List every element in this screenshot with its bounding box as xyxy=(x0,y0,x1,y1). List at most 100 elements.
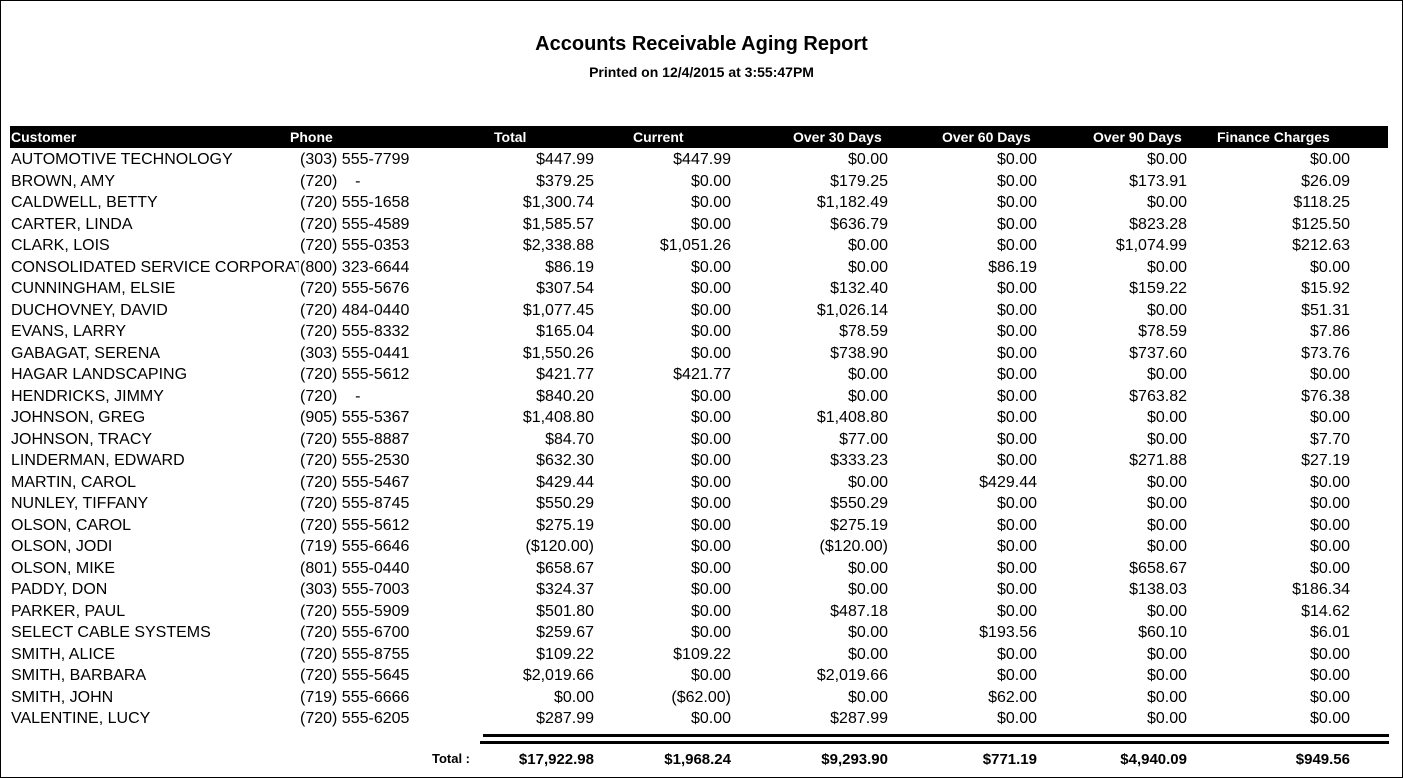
cell-over-30: $1,182.49 xyxy=(816,194,888,211)
total-underline-bottom xyxy=(480,741,1389,744)
cell-current: $0.00 xyxy=(690,301,731,319)
cell-phone: (720) 555-5612 xyxy=(300,366,410,383)
cell-over-30: $287.99 xyxy=(830,710,888,727)
cell-current: $0.00 xyxy=(690,667,731,684)
cell-over-60: $0.00 xyxy=(996,645,1037,663)
cell-phone: (720) 555-8332 xyxy=(300,323,410,340)
cell-phone: (303) 555-0441 xyxy=(300,344,410,362)
cell-finance-charges: $0.00 xyxy=(1309,710,1350,727)
cell-current: $0.00 xyxy=(690,538,731,555)
cell-over-30: $0.00 xyxy=(847,366,888,383)
cell-current: $0.00 xyxy=(690,473,731,491)
column-header-over-60: Over 60 Days xyxy=(942,129,1031,145)
cell-over-60: $0.00 xyxy=(996,667,1037,684)
table-row: OLSON, JODI (719) 555-6646 ($120.00) $0.00 (… xyxy=(0,537,1403,559)
totals-finance-charges: $949.56 xyxy=(1295,751,1350,768)
column-header-current: Current xyxy=(633,129,684,145)
cell-over-90: $271.88 xyxy=(1129,452,1187,469)
column-header-over-30: Over 30 Days xyxy=(793,129,882,145)
cell-over-30: $0.00 xyxy=(847,688,888,706)
cell-finance-charges: $73.76 xyxy=(1301,344,1350,362)
cell-total: $324.37 xyxy=(536,581,594,598)
cell-total: $1,550.26 xyxy=(522,344,594,362)
cell-current: $0.00 xyxy=(690,559,731,577)
cell-total: ($120.00) xyxy=(525,538,595,555)
cell-current: $0.00 xyxy=(690,581,731,598)
cell-over-90: $0.00 xyxy=(1146,151,1187,168)
cell-total: $840.20 xyxy=(536,387,594,405)
cell-finance-charges: $0.00 xyxy=(1309,688,1350,706)
cell-over-60: $429.44 xyxy=(979,473,1037,491)
cell-over-30: $0.00 xyxy=(847,645,888,663)
cell-over-90: $0.00 xyxy=(1146,366,1187,383)
cell-total: $0.00 xyxy=(553,688,594,706)
cell-current: $0.00 xyxy=(690,344,731,362)
cell-finance-charges: $6.01 xyxy=(1309,624,1350,641)
column-header-total: Total xyxy=(494,129,527,145)
cell-over-60: $0.00 xyxy=(996,409,1037,426)
cell-over-60: $0.00 xyxy=(996,516,1037,534)
report-title: Accounts Receivable Aging Report xyxy=(535,33,868,55)
cell-over-60: $0.00 xyxy=(996,710,1037,727)
cell-over-90: $0.00 xyxy=(1146,710,1187,727)
cell-total: $2,019.66 xyxy=(522,667,594,684)
cell-current: $0.00 xyxy=(690,323,731,340)
table-row: BROWN, AMY (720) - $379.25 $0.00 $179.25 $0.0… xyxy=(0,172,1403,194)
cell-phone: (720) 555-2530 xyxy=(300,452,410,469)
cell-phone: (303) 555-7003 xyxy=(300,581,410,598)
table-row: CONSOLIDATED SERVICE CORPORATION(800) 32… xyxy=(0,258,1403,280)
cell-over-30: $550.29 xyxy=(830,495,888,512)
cell-over-30: $1,408.80 xyxy=(816,409,888,426)
cell-current: $0.00 xyxy=(690,495,731,512)
cell-over-60: $0.00 xyxy=(996,215,1037,233)
table-row: SMITH, ALICE (720) 555-8755 $109.22 $109.22… xyxy=(0,645,1403,667)
cell-over-30: $738.90 xyxy=(830,344,888,362)
table-row: HENDRICKS, JIMMY (720) - $840.20 $0.00 $0.00… xyxy=(0,387,1403,409)
cell-customer: LINDERMAN, EDWARD xyxy=(11,452,185,469)
cell-current: $0.00 xyxy=(690,172,731,190)
cell-total: $447.99 xyxy=(536,151,594,168)
column-header-over-90: Over 90 Days xyxy=(1093,129,1182,145)
cell-over-30: $179.25 xyxy=(830,172,888,190)
total-underline-top xyxy=(483,734,1389,737)
cell-current: $0.00 xyxy=(690,409,731,426)
cell-total: $287.99 xyxy=(536,710,594,727)
cell-total: $84.70 xyxy=(545,430,594,448)
cell-customer: HAGAR LANDSCAPING xyxy=(11,366,188,383)
cell-customer: CARTER, LINDA xyxy=(11,215,133,233)
cell-over-60: $62.00 xyxy=(988,688,1037,706)
cell-phone: (720) 555-5909 xyxy=(300,602,410,620)
cell-total: $658.67 xyxy=(536,559,594,577)
cell-phone: (720) - xyxy=(300,172,361,190)
table-row: VALENTINE, LUCY (720) 555-6205 $287.99 $0.0… xyxy=(0,709,1403,731)
cell-total: $275.19 xyxy=(536,516,594,534)
cell-customer: PADDY, DON xyxy=(11,581,108,598)
cell-over-60: $0.00 xyxy=(996,602,1037,620)
cell-phone: (720) 555-5645 xyxy=(300,667,410,684)
table-row: CUNNINGHAM, ELSIE (720) 555-5676 $307.54 $0… xyxy=(0,279,1403,301)
cell-over-90: $0.00 xyxy=(1146,258,1187,276)
table-row: SELECT CABLE SYSTEMS (720) 555-6700 $259.6… xyxy=(0,623,1403,645)
cell-over-60: $0.00 xyxy=(996,301,1037,319)
cell-over-90: $159.22 xyxy=(1129,280,1187,297)
cell-over-90: $0.00 xyxy=(1146,516,1187,534)
cell-phone: (905) 555-5367 xyxy=(300,409,410,426)
table-row: SMITH, JOHN (719) 555-6666 $0.00 ($62.00) $0… xyxy=(0,688,1403,710)
cell-over-30: $0.00 xyxy=(847,581,888,598)
cell-current: $421.77 xyxy=(673,366,731,383)
cell-finance-charges: $212.63 xyxy=(1292,237,1350,254)
cell-phone: (720) 555-6205 xyxy=(300,710,410,727)
cell-finance-charges: $0.00 xyxy=(1309,366,1350,383)
cell-finance-charges: $125.50 xyxy=(1292,215,1350,233)
cell-total: $109.22 xyxy=(536,645,594,663)
table-row: MARTIN, CAROL (720) 555-5467 $429.44 $0.00 $… xyxy=(0,473,1403,495)
cell-customer: EVANS, LARRY xyxy=(11,323,127,340)
cell-over-30: $0.00 xyxy=(847,387,888,405)
cell-over-90: $0.00 xyxy=(1146,301,1187,319)
cell-over-90: $737.60 xyxy=(1129,344,1187,362)
cell-customer: SELECT CABLE SYSTEMS xyxy=(11,624,211,641)
cell-over-30: $636.79 xyxy=(830,215,888,233)
cell-customer: MARTIN, CAROL xyxy=(11,473,137,491)
cell-over-30: $0.00 xyxy=(847,559,888,577)
cell-current: ($62.00) xyxy=(671,688,731,706)
